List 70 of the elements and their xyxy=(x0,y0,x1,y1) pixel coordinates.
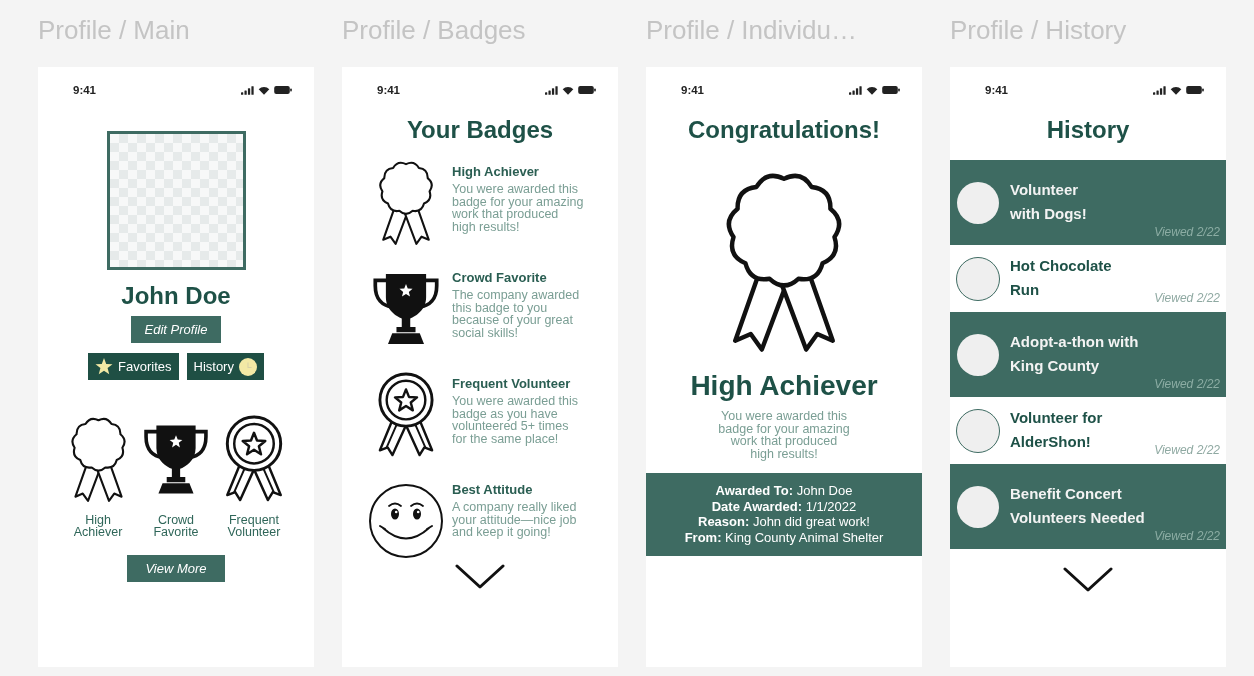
award-label: Frequent Volunteer xyxy=(226,514,282,538)
battery-icon xyxy=(1186,86,1204,94)
history-title: Volunteer for AlderShon! xyxy=(1010,407,1103,452)
award-description: You were awarded this badge for your amazing work that produced high results! xyxy=(718,410,850,461)
award-name: High Achiever xyxy=(452,164,540,180)
trophy-icon xyxy=(144,423,208,495)
chevron-down-icon[interactable] xyxy=(1063,567,1113,592)
viewed-date: Viewed 2/22 xyxy=(1154,529,1220,543)
history-title: Adopt-a-thon with King County xyxy=(1010,331,1139,376)
battery-icon xyxy=(882,86,900,94)
signal-icon xyxy=(545,85,558,95)
wifi-icon xyxy=(1170,85,1182,95)
signal-icon xyxy=(1153,85,1166,95)
view-more-button[interactable]: View More xyxy=(127,555,225,582)
history-title: Benefit Concert Volunteers Needed xyxy=(1010,483,1145,528)
star-icon xyxy=(95,358,114,375)
avatar-icon xyxy=(956,408,1000,453)
status-time: 9:41 xyxy=(985,83,1009,97)
screen-heading: Your Badges xyxy=(406,115,554,145)
award-description: The company awarded this badge to you because of your great social skills! xyxy=(452,289,580,340)
battery-icon xyxy=(274,86,292,94)
detail-line: Awarded To: John Doe xyxy=(715,483,853,499)
detail-line: From: King County Animal Shelter xyxy=(684,529,884,546)
award-description: You were awarded this badge for your amazing work that produced high results! xyxy=(452,183,584,234)
status-time: 9:41 xyxy=(73,83,97,97)
medal-icon xyxy=(225,415,283,503)
award-name: Frequent Volunteer xyxy=(452,376,572,392)
history-button[interactable]: History xyxy=(186,353,264,380)
trophy-icon xyxy=(373,273,439,345)
award-name: Crowd Favorite xyxy=(452,270,548,286)
avatar-icon xyxy=(957,333,999,376)
battery-icon xyxy=(578,86,596,94)
viewed-date: Viewed 2/22 xyxy=(1154,225,1220,239)
signal-icon xyxy=(849,85,862,95)
award-name: Best Attitude xyxy=(452,482,534,498)
award-description: A company really liked your attitude—nice job and keep it going! xyxy=(452,501,577,539)
award-description: You were awarded this badge as you have volunteered 5+ times for the same place! xyxy=(452,395,578,446)
avatar-icon xyxy=(956,256,1000,301)
favorites-button[interactable]: Favorites xyxy=(88,353,179,380)
detail-line: Date Awarded: 1/1/2022 xyxy=(711,498,857,515)
detail-line: Reason: John did great work! xyxy=(698,514,870,530)
avatar-icon xyxy=(957,181,999,224)
history-title: Volunteer with Dogs! xyxy=(1010,179,1087,224)
signal-icon xyxy=(241,85,254,95)
screen-heading: History xyxy=(1046,115,1130,145)
award-label: Crowd Favorite xyxy=(152,514,200,538)
rosette-icon xyxy=(69,415,127,503)
viewed-date: Viewed 2/22 xyxy=(1154,443,1220,457)
wifi-icon xyxy=(866,85,878,95)
screen-heading: Congratulations! xyxy=(688,115,880,145)
history-item[interactable]: Benefit Concert Volunteers Needed Viewed 2/22 xyxy=(950,464,1226,549)
clock-icon xyxy=(238,357,257,376)
chevron-down-icon[interactable] xyxy=(455,564,505,589)
wifi-icon xyxy=(258,85,270,95)
smiley-icon xyxy=(369,484,443,558)
viewed-date: Viewed 2/22 xyxy=(1154,291,1220,305)
wifi-icon xyxy=(562,85,574,95)
history-item[interactable]: Volunteer with Dogs! Viewed 2/22 xyxy=(950,160,1226,245)
rosette-icon xyxy=(378,160,434,246)
profile-name: John Doe xyxy=(121,282,231,310)
status-time: 9:41 xyxy=(681,83,705,97)
avatar-icon xyxy=(957,485,999,528)
edit-profile-button[interactable]: Edit Profile xyxy=(130,316,222,343)
history-item[interactable]: Adopt-a-thon with King County Viewed 2/22 xyxy=(950,312,1226,397)
medal-icon xyxy=(377,372,435,458)
status-time: 9:41 xyxy=(377,83,401,97)
award-label: High Achiever xyxy=(72,514,124,538)
viewed-date: Viewed 2/22 xyxy=(1154,377,1220,391)
award-title: High Achiever xyxy=(690,369,878,403)
history-title: Hot Chocolate Run xyxy=(1010,255,1112,300)
